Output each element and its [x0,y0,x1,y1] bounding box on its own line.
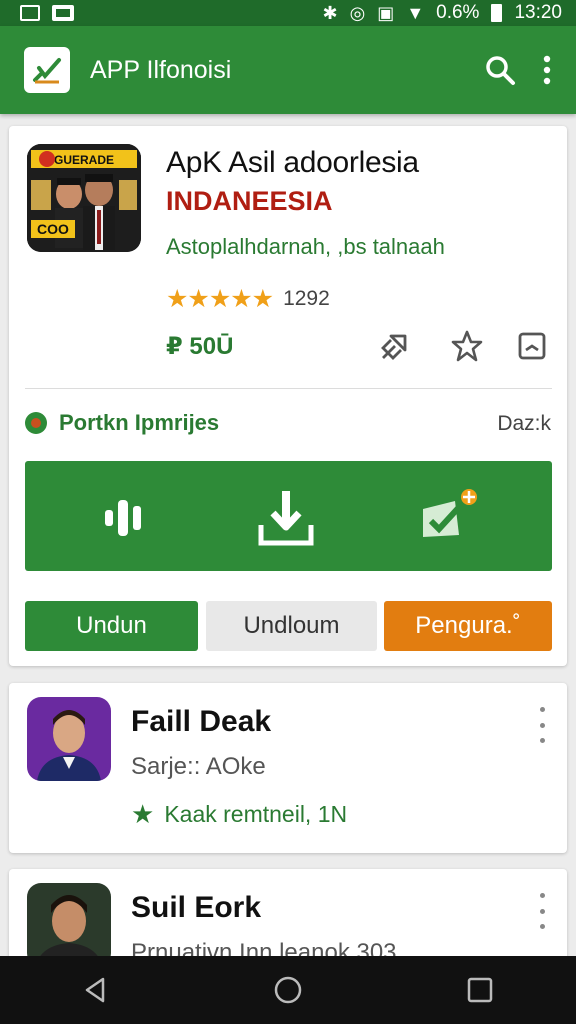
more-vert-icon[interactable] [535,707,549,743]
bookmark-icon[interactable] [514,328,550,364]
download-button[interactable]: Undloum [206,601,377,651]
list-item[interactable]: Faill Deak Sarje:: AOke ★ Kaak remtneil,… [9,683,567,853]
app-bar: APP Ilfonoisi [0,26,576,114]
developer-name[interactable]: Astoplalhdarnah, ,bs talnaah [166,234,445,260]
item-title: Suil Eork [131,891,262,924]
avatar [27,883,111,967]
rating-count: 1292 [283,287,330,310]
app-detail-card: GUERADE COO ApK Asil adoorlesia INDANEES… [9,126,567,666]
download-icon[interactable] [253,485,319,551]
feature-panel [25,461,552,571]
manage-button[interactable]: Pengura.˚ [384,601,552,651]
app-subtitle: INDANEESIA [166,186,333,216]
recents-icon[interactable] [456,966,504,1014]
avatar [27,697,111,781]
app-icon-artwork: GUERADE COO [27,144,141,252]
battery-icon [491,4,503,22]
clock: 13:20 [514,2,562,23]
item-meta-text: Kaak remtneil, 1N [164,801,348,827]
app-icon[interactable]: GUERADE COO [27,144,141,252]
divider [25,388,552,389]
permissions-label: Portkn Ipmrijes [59,410,220,435]
item-subtitle: Sarje:: AOke [131,753,266,780]
svg-text:GUERADE: GUERADE [54,153,114,167]
app-title: APP Ilfonoisi [90,55,232,84]
status-right: ✱ ◎ ▣ ▼ 0.6% 13:20 [322,2,562,24]
permissions-row[interactable]: Portkn Ipmrijes [25,410,219,436]
svg-text:COO: COO [37,221,69,237]
home-icon[interactable] [264,966,312,1014]
price: ₽ 50Ū [166,333,234,360]
status-left [20,5,74,21]
app-name: ApK Asil adoorlesia [166,146,419,179]
rating: ★★★★★ 1292 [166,284,330,314]
permissions-detail[interactable]: Daz:k [497,412,551,436]
more-vert-icon[interactable] [542,55,552,85]
item-title: Faill Deak [131,705,272,738]
share-icon[interactable] [377,328,413,364]
bluetooth-icon: ✱ [322,3,338,23]
star-icon: ★ [131,799,155,829]
search-icon[interactable] [484,54,516,86]
wifi-icon: ▼ [406,3,425,23]
permission-dot-icon [25,412,47,434]
star-outline-icon[interactable] [449,328,485,364]
install-button[interactable]: Undun [25,601,198,651]
photo-icon [20,5,40,21]
gallery-icon [52,5,74,21]
rating-stars: ★★★★★ [166,285,274,313]
alarm-icon: ◎ [349,3,366,23]
verified-card-icon[interactable] [415,485,481,551]
back-icon[interactable] [72,966,120,1014]
app-logo[interactable] [24,47,70,93]
audio-bars-icon[interactable] [93,485,159,551]
leaf-check-icon [33,58,61,84]
navigation-bar [0,956,576,1024]
item-meta: ★ Kaak remtneil, 1N [131,799,347,830]
status-bar: ✱ ◎ ▣ ▼ 0.6% 13:20 [0,0,576,26]
battery-percent: 0.6% [436,2,480,23]
more-vert-icon[interactable] [535,893,549,929]
nfc-icon: ▣ [377,3,395,23]
